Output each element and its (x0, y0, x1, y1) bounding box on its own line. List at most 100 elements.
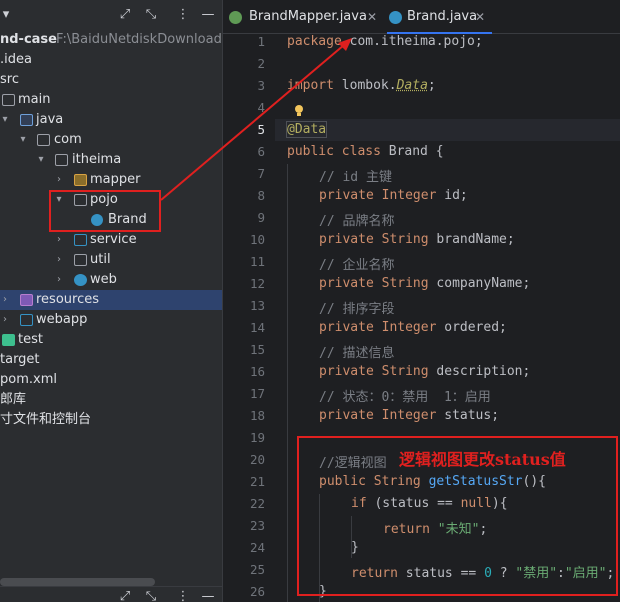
tree-item-libraries[interactable]: 郎库 (0, 390, 222, 410)
tree-item-label: .idea (0, 52, 32, 67)
chevron-right-icon[interactable]: › (0, 310, 10, 330)
line-number: 4 (257, 100, 265, 115)
class-file-icon (389, 11, 402, 24)
tree-item-main[interactable]: main (0, 90, 222, 110)
tab-brandmapper[interactable]: BrandMapper.java ✕ (229, 0, 379, 34)
indent-guide (287, 164, 288, 602)
line-number: 21 (249, 474, 265, 489)
expand-icon[interactable]: ⤢ (117, 7, 133, 23)
code-line-16: private String description; (319, 364, 531, 379)
code-line-14: private Integer ordered; (319, 320, 507, 335)
tree-item-label: mapper (90, 172, 141, 187)
chevron-right-icon[interactable]: › (0, 290, 10, 310)
root-label: nd-case (0, 32, 57, 47)
tree-item-label: webapp (36, 312, 88, 327)
close-icon[interactable]: ✕ (367, 0, 377, 34)
tree-item-web[interactable]: › web (0, 270, 222, 290)
line-number: 13 (249, 298, 265, 313)
chevron-down-icon[interactable]: ▾ (36, 150, 46, 170)
line-number: 12 (249, 276, 265, 291)
line-number: 15 (249, 342, 265, 357)
line-number-gutter: 1 2 3 4 5 6 7 8 9 10 11 12 13 14 15 16 17 18 19 20 21 22 23 24 2… (223, 34, 275, 602)
tree-item-label: main (18, 92, 51, 107)
tree-item-label: java (36, 112, 64, 127)
code-line-3: import lombok.Data; (287, 78, 436, 93)
tree-item-idea[interactable]: .idea (0, 50, 222, 70)
interface-file-icon (229, 11, 242, 24)
chevron-down-icon[interactable]: ▾ (18, 130, 28, 150)
more-icon[interactable]: ⋮ (175, 589, 191, 602)
annotation-box-pojo (49, 190, 161, 232)
chevron-down-icon[interactable]: ▾ (0, 110, 10, 130)
tree-item-label: util (90, 252, 111, 267)
tree-item-itheima[interactable]: ▾ itheima (0, 150, 222, 170)
tree-item-service[interactable]: › service (0, 230, 222, 250)
tree-item-target[interactable]: target (0, 350, 222, 370)
tree-item-label: web (90, 272, 117, 287)
line-number: 10 (249, 232, 265, 247)
lightbulb-icon[interactable] (293, 104, 305, 118)
code-line-12: private String companyName; (319, 276, 531, 291)
line-number: 6 (257, 144, 265, 159)
line-number: 19 (249, 430, 265, 445)
tree-item-src[interactable]: src (0, 70, 222, 90)
tree-item-mapper[interactable]: › mapper (0, 170, 222, 190)
project-panel: ▾ ⤢ ⤡ ⋮ — nd-case F:\BaiduNetdiskDownloa… (0, 0, 222, 602)
tab-label: BrandMapper.java (249, 9, 367, 24)
tree-item-java[interactable]: ▾ java (0, 110, 222, 130)
current-line-highlight (275, 119, 620, 141)
tree-root[interactable]: nd-case F:\BaiduNetdiskDownload\资 (0, 30, 222, 50)
line-number: 23 (249, 518, 265, 533)
editor-tabs: BrandMapper.java ✕ Brand.java ✕ (223, 0, 620, 34)
tree-item-label: pom.xml (0, 372, 57, 387)
line-number: 3 (257, 78, 265, 93)
code-line-1: package com.itheima.pojo; (287, 34, 483, 49)
more-icon[interactable]: ⋮ (175, 7, 191, 23)
package-icon (74, 254, 87, 266)
tree-item-com[interactable]: ▾ com (0, 130, 222, 150)
line-number: 20 (249, 452, 265, 467)
line-number: 17 (249, 386, 265, 401)
folder-icon (2, 94, 15, 106)
globe-icon (74, 274, 87, 286)
code-line-13: // 排序字段 (319, 302, 395, 317)
code-line-7: // id 主键 (319, 170, 392, 185)
tree-item-pom[interactable]: pom.xml (0, 370, 222, 390)
code-line-15: // 描述信息 (319, 346, 395, 361)
code-line-11: // 企业名称 (319, 258, 395, 273)
close-icon[interactable]: ✕ (475, 0, 485, 34)
collapse-icon[interactable]: ⤡ (143, 589, 159, 602)
folder-icon (20, 314, 33, 326)
horizontal-scrollbar[interactable] (0, 578, 155, 586)
line-number: 25 (249, 562, 265, 577)
tab-brand[interactable]: Brand.java ✕ (387, 0, 492, 34)
minimize-icon[interactable]: — (200, 7, 216, 23)
line-number: 7 (257, 166, 265, 181)
tree-item-scratches[interactable]: 寸文件和控制台 (0, 410, 222, 430)
line-number: 22 (249, 496, 265, 511)
tree-item-label: 郎库 (0, 392, 27, 407)
source-folder-icon (20, 114, 33, 126)
chevron-right-icon[interactable]: › (54, 230, 64, 250)
collapse-icon[interactable]: ⤡ (143, 7, 159, 23)
tree-item-label: resources (36, 292, 100, 307)
line-number: 26 (249, 584, 265, 599)
code-line-6: public class Brand { (287, 144, 444, 159)
chevron-right-icon[interactable]: › (54, 170, 64, 190)
tab-label: Brand.java (407, 9, 478, 24)
line-number: 11 (249, 254, 265, 269)
minimize-icon[interactable]: — (200, 589, 216, 602)
chevron-right-icon[interactable]: › (54, 250, 64, 270)
tree-item-util[interactable]: › util (0, 250, 222, 270)
tree-item-resources[interactable]: › resources (0, 290, 222, 310)
chevron-right-icon[interactable]: › (54, 270, 64, 290)
bottom-panel-toolbar: ⤢ ⤡ ⋮ — (0, 586, 222, 602)
line-number: 16 (249, 364, 265, 379)
panel-menu-icon[interactable]: ▾ (0, 7, 14, 23)
package-icon (37, 134, 50, 146)
line-number: 2 (257, 56, 265, 71)
tree-item-test[interactable]: test (0, 330, 222, 350)
expand-icon[interactable]: ⤢ (117, 589, 133, 602)
code-line-5: @Data (285, 121, 328, 138)
tree-item-webapp[interactable]: › webapp (0, 310, 222, 330)
